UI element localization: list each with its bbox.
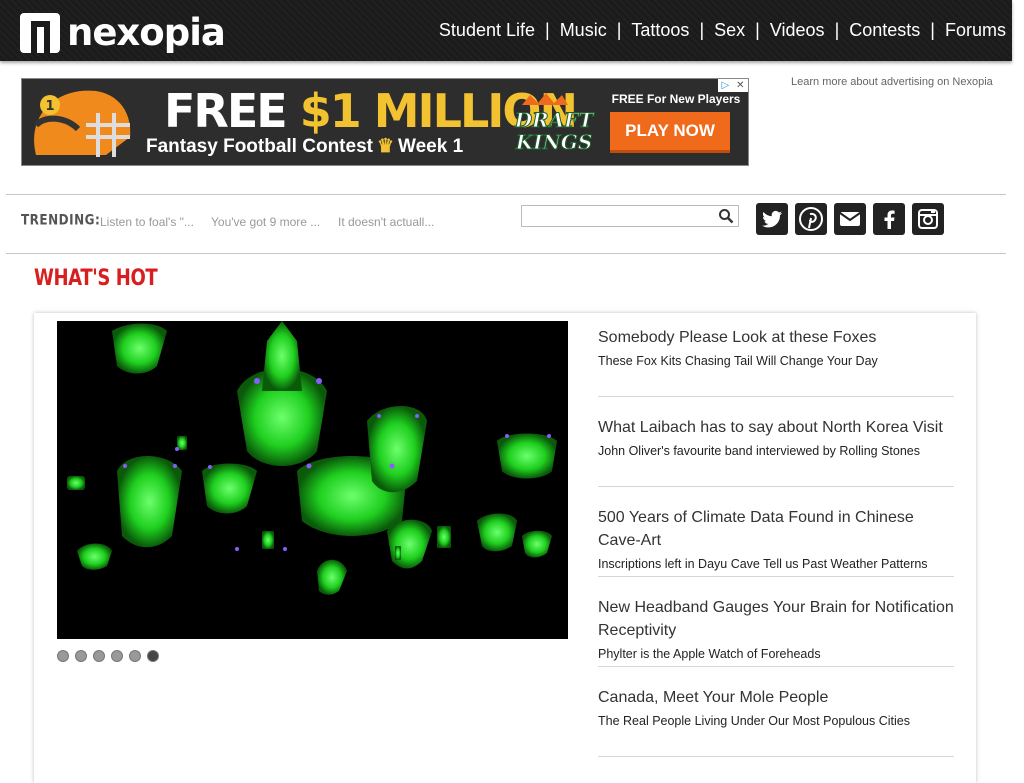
pinterest-icon[interactable]: [795, 203, 827, 235]
story-item[interactable]: New Headband Gauges Your Brain for Notif…: [598, 596, 954, 662]
nav-separator: |: [930, 20, 935, 40]
story-divider: [598, 576, 954, 577]
nav-item-tattoos[interactable]: Tattoos: [631, 20, 689, 41]
svg-text:KINGS: KINGS: [515, 130, 593, 154]
email-icon[interactable]: [834, 203, 866, 235]
crown-icon: ♛: [376, 136, 395, 157]
featured-image[interactable]: [57, 321, 568, 639]
twitter-icon[interactable]: [756, 203, 788, 235]
story-item[interactable]: Canada, Meet Your Mole People The Real P…: [598, 686, 954, 729]
nav-item-music[interactable]: Music: [560, 20, 607, 41]
trending-link[interactable]: You've got 9 more ...: [211, 215, 320, 229]
story-title[interactable]: New Headband Gauges Your Brain for Notif…: [598, 596, 954, 642]
nav-item-forums[interactable]: Forums: [945, 20, 1006, 41]
slider-dot-active[interactable]: [147, 650, 159, 662]
story-subtitle: John Oliver's favourite band interviewed…: [598, 444, 921, 458]
play-now-button[interactable]: PLAY NOW: [610, 112, 730, 153]
story-title[interactable]: Canada, Meet Your Mole People: [598, 686, 954, 709]
whats-hot-heading: WHAT'S HOT: [34, 266, 158, 291]
story-divider: [598, 486, 954, 487]
trending-link[interactable]: It doesn't actuall...: [338, 215, 434, 229]
story-title[interactable]: What Laibach has to say about North Kore…: [598, 416, 954, 439]
nav-item-sex[interactable]: Sex: [714, 20, 745, 41]
story-item[interactable]: Somebody Please Look at these Foxes Thes…: [598, 326, 954, 369]
nav-separator: |: [545, 20, 550, 40]
story-subtitle: The Real People Living Under Our Most Po…: [598, 714, 910, 728]
trending-link[interactable]: Listen to foal's "...: [100, 215, 194, 229]
slider-dots: [57, 650, 165, 662]
story-item[interactable]: 500 Years of Climate Data Found in Chine…: [598, 506, 954, 572]
nav-separator: |: [616, 20, 622, 40]
nav-separator: |: [699, 20, 705, 40]
nav-item-contests[interactable]: Contests: [849, 20, 920, 41]
story-title[interactable]: 500 Years of Climate Data Found in Chine…: [598, 506, 954, 552]
slider-dot[interactable]: [111, 650, 123, 662]
logo-text: nexopia: [67, 11, 226, 54]
story-title[interactable]: Somebody Please Look at these Foxes: [598, 326, 954, 349]
slider-dot[interactable]: [57, 650, 69, 662]
chandelier-image: [67, 321, 557, 595]
nav-item-student-life[interactable]: Student Life: [439, 20, 535, 41]
story-divider: [598, 666, 954, 667]
slider-dot[interactable]: [75, 650, 87, 662]
story-subtitle: Phylter is the Apple Watch of Foreheads: [598, 647, 821, 661]
main-nav: Student Life | Music | Tattoos | Sex | V…: [439, 20, 1006, 41]
adchoices-icon[interactable]: ▷ ✕: [718, 79, 748, 92]
nav-separator: |: [755, 20, 760, 40]
site-logo[interactable]: nexopia: [20, 11, 226, 54]
instagram-icon[interactable]: [912, 203, 944, 235]
svg-text:1: 1: [45, 99, 54, 114]
story-subtitle: These Fox Kits Chasing Tail Will Change …: [598, 354, 878, 368]
banner-ad[interactable]: 1 FREE $1 MILLION Fantasy Football Conte…: [21, 78, 749, 166]
ad-subline: Fantasy Football Contest ♛ Week 1: [146, 136, 464, 157]
nav-item-videos[interactable]: Videos: [770, 20, 825, 41]
learn-advertising-link[interactable]: Learn more about advertising on Nexopia: [791, 76, 993, 88]
story-subtitle: Inscriptions left in Dayu Cave Tell us P…: [598, 557, 928, 571]
story-divider: [598, 756, 954, 757]
draftkings-logo: DRAFT KINGS: [513, 93, 596, 155]
search-box: [521, 205, 739, 227]
search-icon[interactable]: [718, 208, 734, 224]
nav-separator: |: [834, 20, 840, 40]
facebook-icon[interactable]: [873, 203, 905, 235]
ad-free-text: FREE For New Players: [611, 92, 741, 106]
search-input[interactable]: [526, 207, 710, 227]
football-helmet-icon: 1: [33, 90, 131, 157]
slider-dot[interactable]: [93, 650, 105, 662]
site-header: nexopia Student Life | Music | Tattoos |…: [0, 0, 1012, 61]
trending-label: TRENDING:: [21, 211, 101, 229]
slider-dot[interactable]: [129, 650, 141, 662]
divider: [6, 194, 1006, 195]
story-item[interactable]: What Laibach has to say about North Kore…: [598, 416, 954, 459]
svg-text:DRAFT: DRAFT: [514, 108, 596, 132]
divider: [6, 253, 1006, 254]
logo-mark-icon: [20, 13, 60, 53]
story-divider: [598, 396, 954, 397]
